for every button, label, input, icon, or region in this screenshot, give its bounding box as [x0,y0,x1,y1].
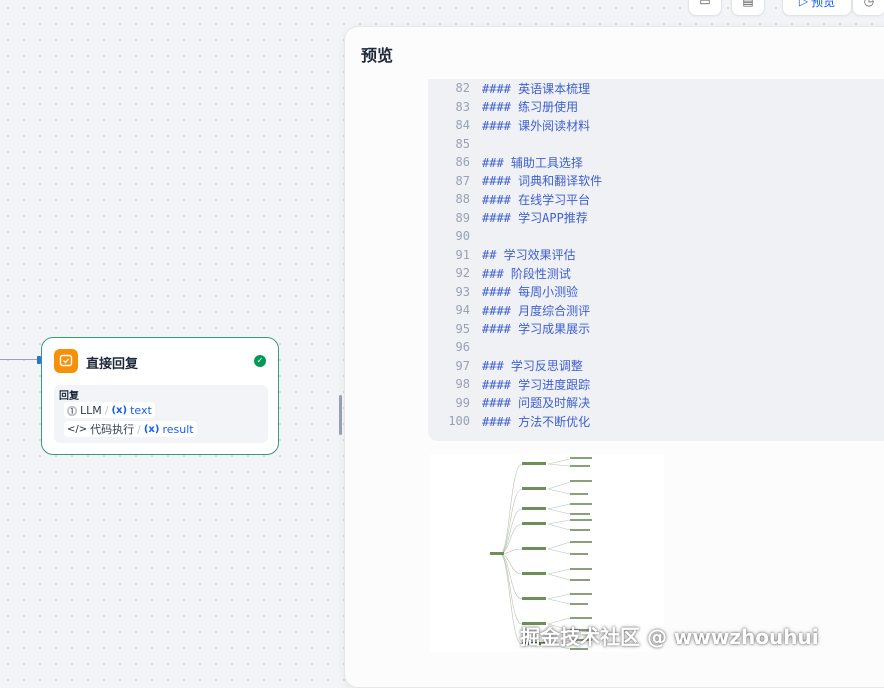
code-icon: </> [67,423,88,435]
var-separator: / [137,422,141,436]
var-name: text [130,403,152,417]
success-check-icon: ✓ [254,355,266,367]
code-text: #### 月度综合测评 [482,303,591,318]
line-number: 83 [455,99,470,114]
line-number: 90 [455,229,470,244]
code-text: #### 学习成果展示 [482,322,591,337]
line-number: 92 [455,266,470,281]
panel-resize-handle[interactable] [339,395,342,435]
line-number: 89 [455,210,470,225]
code-text: ## 学习效果评估 [482,248,576,263]
line-number: 98 [455,377,470,392]
code-text: #### 英语课本梳理 [482,81,591,96]
line-number: 97 [455,358,470,373]
code-text: #### 学习进度跟踪 [482,377,591,392]
code-line: 90 [428,227,884,246]
code-line: 96 [428,338,884,357]
code-text: #### 每周小测验 [482,285,579,300]
reply-node-icon [54,349,78,373]
variable-icon: (x) [143,423,160,435]
code-line: 85 [428,135,884,154]
preview-toggle-label: 预览 [811,0,836,9]
code-line: 94 #### 月度综合测评 [428,301,884,320]
preview-panel: 预览 82 #### 英语课本梳理 83 #### 练习册使用 84 #### 课外阅读材… [344,26,884,688]
code-text: #### 练习册使用 [482,100,579,115]
code-text: ### 学习反思调整 [482,359,583,374]
line-number: 95 [455,321,470,336]
code-text: ### 阶段性测试 [482,266,571,281]
line-number: 91 [455,247,470,262]
history-icon: ◷ [863,0,875,8]
canvas-edge [0,359,38,360]
line-number: 96 [455,340,470,355]
code-line: 98 #### 学习进度跟踪 [428,375,884,394]
var-name: result [162,422,194,436]
var-source: 代码执行 [90,423,135,436]
code-text: ### 辅助工具选择 [482,155,583,170]
code-line: 92 ### 阶段性测试 [428,264,884,283]
var-separator: / [104,403,109,417]
node-title: 直接回复 [86,357,139,372]
code-text: #### 在线学习平台 [482,192,591,207]
code-line: 93 #### 每周小测验 [428,283,884,302]
preview-toggle-button[interactable]: ▷ 预览 [782,0,852,16]
code-line: 95 #### 学习成果展示 [428,320,884,339]
variable-tag-llm: ⓵ LLM / (x) text [64,402,155,418]
code-line: 97 ### 学习反思调整 [428,357,884,376]
code-text: #### 方法不断优化 [482,414,591,429]
play-icon: ▷ [798,0,809,8]
line-number: 82 [455,81,470,96]
line-number: 99 [455,395,470,410]
line-number: 93 [455,284,470,299]
code-line: 84 #### 课外阅读材料 [428,116,884,135]
code-line: 83 #### 练习册使用 [428,98,884,117]
line-number: 85 [455,136,470,151]
line-number: 94 [455,303,470,318]
line-number: 86 [455,155,470,170]
code-line: 82 #### 英语课本梳理 [428,79,884,98]
answer-node[interactable]: 直接回复 ✓ 回复 ⓵ LLM / (x) text </> 代码执行 / (x… [41,337,279,455]
line-number: 100 [448,414,470,429]
llm-icon: ⓵ [67,406,77,418]
code-text: #### 词典和翻译软件 [482,174,603,189]
variable-icon: (x) [111,404,128,416]
line-number: 87 [455,173,470,188]
code-line: 89 #### 学习APP推荐 [428,209,884,228]
watermark-text: 掘金技术社区 @ wwwzhouhui [520,625,819,649]
code-text: #### 学习APP推荐 [482,211,588,226]
history-button[interactable]: ◷ [852,0,884,16]
variable-tag-code: </> 代码执行 / (x) result [64,421,197,437]
code-block: 82 #### 英语课本梳理 83 #### 练习册使用 84 #### 课外阅读材料 85… [428,79,884,441]
checklist-button[interactable]: ▤ [731,0,765,16]
var-source: LLM [80,403,102,417]
code-line: 86 ### 辅助工具选择 [428,153,884,172]
code-line: 99 #### 问题及时解决 [428,394,884,413]
line-number: 88 [455,192,470,207]
clipboard-icon: ▤ [742,0,754,8]
code-text: #### 问题及时解决 [482,396,591,411]
code-line: 100 #### 方法不断优化 [428,412,884,431]
code-text: #### 课外阅读材料 [482,118,591,133]
reply-label: 回复 [59,391,79,402]
line-number: 84 [455,118,470,133]
code-line: 88 #### 在线学习平台 [428,190,884,209]
comment-button[interactable]: ▭ [688,0,722,16]
node-body: 回复 ⓵ LLM / (x) text </> 代码执行 / (x) resul… [54,385,268,443]
comment-icon: ▭ [699,0,711,8]
panel-title: 预览 [361,46,394,65]
code-line: 91 ## 学习效果评估 [428,246,884,265]
code-line: 87 #### 词典和翻译软件 [428,172,884,191]
